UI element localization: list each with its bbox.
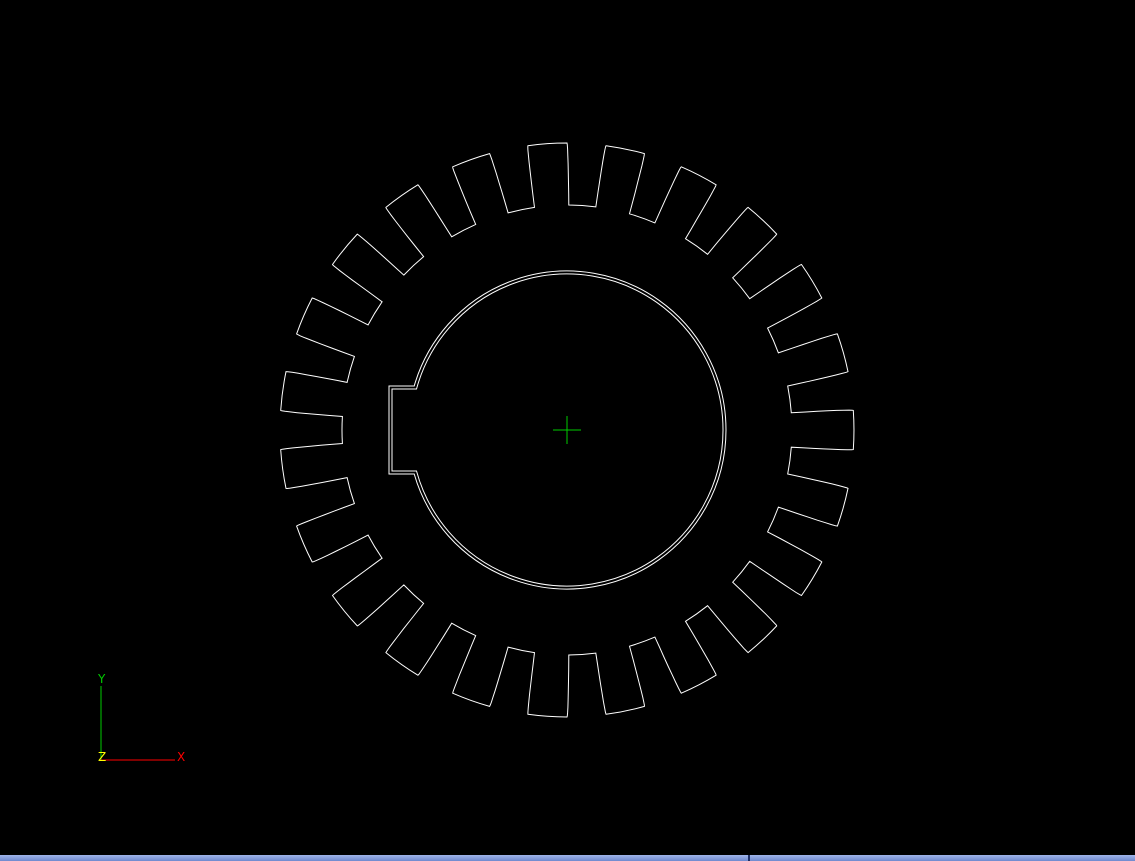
cad-viewport[interactable]: Y X Z <box>0 0 1135 855</box>
x-axis-label: X <box>177 750 185 764</box>
status-strip-divider <box>748 855 750 861</box>
z-axis-label: Z <box>98 750 106 764</box>
y-axis-label: Y <box>97 672 106 686</box>
center-crosshair-icon <box>553 416 581 444</box>
status-strip <box>0 855 1135 861</box>
axis-triad: Y X Z <box>97 672 185 764</box>
drawing-canvas[interactable]: Y X Z <box>0 0 1135 855</box>
